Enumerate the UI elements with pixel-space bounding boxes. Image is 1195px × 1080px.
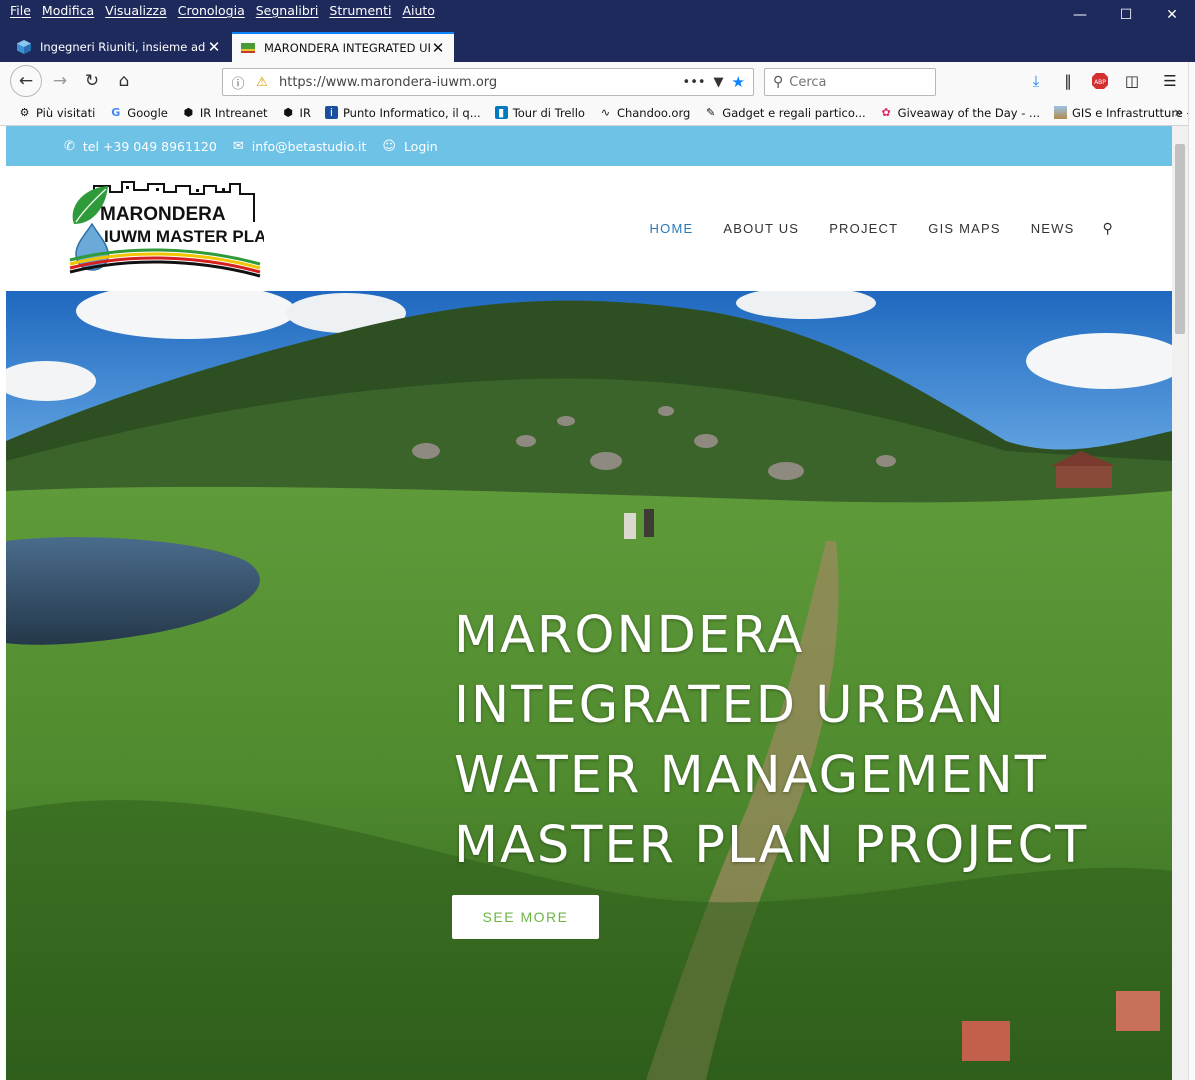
- home-icon[interactable]: ⌂: [110, 67, 138, 95]
- main-navigation: HOME ABOUT US PROJECT GIS MAPS NEWS ⚲: [620, 220, 1114, 237]
- search-icon: ⚲: [773, 74, 784, 90]
- contact-topbar: ✆ tel +39 049 8961120 ✉ info@betastudio.it…: [6, 126, 1172, 166]
- close-window-icon[interactable]: ✕: [1149, 0, 1195, 30]
- gift-icon: ✎: [706, 106, 716, 119]
- sidebar-icon[interactable]: ◫: [1122, 71, 1142, 91]
- chevron-more-icon[interactable]: »: [1174, 105, 1183, 121]
- hamburger-menu-icon[interactable]: ☰: [1160, 71, 1180, 91]
- bookmark-ir[interactable]: ⬢ IR: [282, 106, 311, 120]
- nav-news[interactable]: NEWS: [1031, 221, 1075, 236]
- trello-icon: ▮: [494, 106, 508, 119]
- hero-title-line-3: WATER MANAGEMENT: [454, 746, 1048, 805]
- menu-visualizza[interactable]: Visualizza: [105, 3, 167, 18]
- library-icon[interactable]: ‖: [1058, 71, 1078, 91]
- phone-icon: ✆: [64, 138, 75, 154]
- menu-aiuto[interactable]: Aiuto: [402, 3, 435, 18]
- ir-icon: ⬢: [183, 106, 194, 119]
- site-logo[interactable]: MARONDERA IUWM MASTER PLAN: [64, 180, 264, 280]
- url-text[interactable]: https://www.marondera-iuwm.org: [279, 75, 683, 90]
- url-bar[interactable]: ⓘ ⚠ https://www.marondera-iuwm.org ••• ▼…: [222, 68, 754, 96]
- bookmark-giveaway[interactable]: ✿ Giveaway of the Day - ...: [880, 106, 1040, 120]
- scrollbar-thumb[interactable]: [1175, 144, 1185, 334]
- tab-label: MARONDERA INTEGRATED URB: [264, 41, 430, 55]
- pi-icon: i: [324, 106, 338, 119]
- tab-strip: Ingegneri Riuniti, insieme ad al ✕ MARON…: [0, 30, 1195, 86]
- lock-warning-icon[interactable]: ⚠: [253, 75, 271, 90]
- bookmark-piu-visitati[interactable]: ⚙ Più visitati: [18, 106, 96, 120]
- bookmark-punto-informatico[interactable]: i Punto Informatico, il q...: [324, 106, 481, 120]
- email-link[interactable]: ✉ info@betastudio.it: [233, 139, 367, 154]
- bookmark-gadget[interactable]: ✎ Gadget e regali partico...: [704, 106, 865, 120]
- window-titlebar: File Modifica Visualizza Cronologia Segn…: [0, 0, 1195, 30]
- tab-marondera[interactable]: MARONDERA INTEGRATED URB ✕: [232, 32, 454, 62]
- nav-home[interactable]: HOME: [650, 221, 694, 236]
- nav-about-us[interactable]: ABOUT US: [723, 221, 799, 236]
- tab-ingegneri-riuniti[interactable]: Ingegneri Riuniti, insieme ad al ✕: [8, 32, 230, 62]
- minimize-icon[interactable]: —: [1057, 0, 1103, 30]
- bookmark-ir-intreanet[interactable]: ⬢ IR Intreanet: [182, 106, 268, 120]
- menu-bar: File Modifica Visualizza Cronologia Segn…: [10, 3, 446, 18]
- adblock-icon[interactable]: ABP: [1090, 71, 1110, 91]
- page-viewport: ✆ tel +39 049 8961120 ✉ info@betastudio.it…: [6, 126, 1172, 1080]
- hero-title-line-2: INTEGRATED URBAN: [454, 676, 1007, 735]
- close-tab-icon[interactable]: ✕: [206, 38, 222, 56]
- menu-strumenti[interactable]: Strumenti: [329, 3, 391, 18]
- navigation-toolbar: ← → ↻ ⌂ ⓘ ⚠ https://www.marondera-iuwm.o…: [0, 62, 1195, 100]
- ir-icon: ⬢: [283, 106, 293, 119]
- close-tab-icon[interactable]: ✕: [430, 39, 446, 57]
- info-icon[interactable]: ⓘ: [229, 73, 247, 92]
- cube-icon: [17, 40, 31, 54]
- phone-link[interactable]: ✆ tel +39 049 8961120: [64, 139, 217, 154]
- giveaway-icon: ✿: [881, 106, 891, 119]
- forward-icon[interactable]: →: [46, 67, 74, 95]
- pocket-icon[interactable]: ▼: [714, 75, 724, 90]
- menu-file[interactable]: File: [10, 3, 31, 18]
- logo-line-2: IUWM MASTER PLAN: [104, 227, 264, 246]
- google-icon: G: [111, 106, 121, 119]
- nav-project[interactable]: PROJECT: [829, 221, 898, 236]
- download-icon[interactable]: ⤓: [1026, 71, 1046, 91]
- bookmark-chandoo[interactable]: ∿ Chandoo.org: [599, 106, 690, 120]
- tab-label: Ingegneri Riuniti, insieme ad al: [40, 40, 206, 54]
- see-more-button[interactable]: SEE MORE: [452, 895, 599, 939]
- site-header: MARONDERA IUWM MASTER PLAN HOME ABOUT US…: [6, 166, 1172, 291]
- menu-cronologia[interactable]: Cronologia: [178, 3, 245, 18]
- svg-text:ABP: ABP: [1094, 79, 1106, 86]
- bookmark-google[interactable]: G Google: [109, 106, 168, 120]
- page-scrollbar[interactable]: [1172, 126, 1188, 1080]
- page-actions-icon[interactable]: •••: [683, 75, 706, 90]
- reload-icon[interactable]: ↻: [78, 67, 106, 95]
- site-favicon: [241, 43, 255, 53]
- search-box[interactable]: ⚲: [764, 68, 936, 96]
- window-controls: — ☐ ✕: [1057, 0, 1195, 30]
- envelope-icon: ✉: [232, 138, 244, 154]
- menu-modifica[interactable]: Modifica: [42, 3, 94, 18]
- search-icon[interactable]: ⚲: [1103, 220, 1114, 237]
- nav-gis-maps[interactable]: GIS MAPS: [928, 221, 1000, 236]
- hero-title-line-1: MARONDERA: [454, 606, 805, 665]
- gear-icon: ⚙: [19, 106, 30, 119]
- bookmarks-toolbar: ⚙ Più visitati G Google ⬢ IR Intreanet ⬢ IR …: [0, 100, 1195, 126]
- search-input[interactable]: [789, 74, 920, 90]
- bookmark-star-icon[interactable]: ★: [732, 73, 745, 91]
- hero-title: MARONDERA INTEGRATED URBAN WATER MANAGEM…: [454, 601, 1154, 881]
- hero-banner: MARONDERA INTEGRATED URBAN WATER MANAGEM…: [6, 291, 1172, 1080]
- gis-icon: [1054, 106, 1068, 119]
- rss-icon: ∿: [600, 106, 611, 119]
- back-icon[interactable]: ←: [10, 65, 42, 97]
- logo-line-1: MARONDERA: [100, 204, 226, 225]
- hero-title-line-4: MASTER PLAN PROJECT: [454, 816, 1089, 875]
- bookmark-trello[interactable]: ▮ Tour di Trello: [494, 106, 585, 120]
- window-right-edge: [1188, 62, 1195, 1080]
- maximize-icon[interactable]: ☐: [1103, 0, 1149, 30]
- menu-segnalibri[interactable]: Segnalibri: [256, 3, 319, 18]
- login-link[interactable]: ☺ Login: [382, 139, 437, 154]
- user-icon: ☺: [382, 138, 396, 154]
